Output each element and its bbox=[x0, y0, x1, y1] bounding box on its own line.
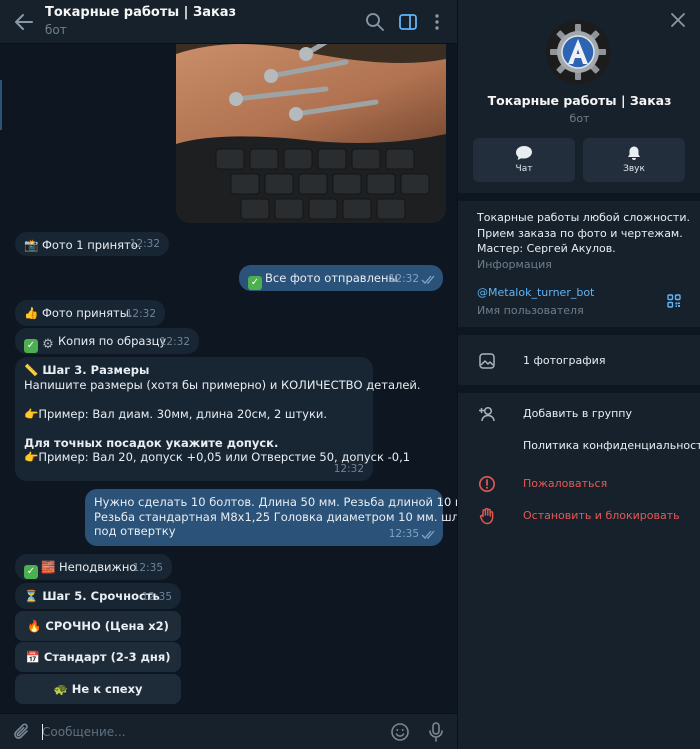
section-divider bbox=[458, 193, 700, 201]
message-time: 12:35 bbox=[141, 590, 172, 603]
warning-circle-icon bbox=[479, 476, 495, 492]
keyboard-button-standard[interactable]: 📅 Стандарт (2-3 дня) bbox=[15, 642, 181, 672]
outgoing-message[interactable]: ✓ Все фото отправлены 12:32 bbox=[239, 265, 443, 291]
keyboard-button-no-rush[interactable]: 🐢 Не к спеху bbox=[15, 674, 181, 704]
message-title: 📏 Шаг 3. Размеры bbox=[24, 363, 150, 377]
description-caption: Информация bbox=[477, 258, 552, 271]
username-link[interactable]: @Metalok_turner_bot bbox=[477, 286, 594, 299]
message-text-body: 🧱 Неподвижно bbox=[41, 560, 137, 574]
privacy-policy-row[interactable]: Политика конфиденциальност... bbox=[458, 431, 700, 461]
search-icon[interactable] bbox=[364, 11, 386, 33]
outgoing-message[interactable]: Нужно сделать 10 болтов. Длина 50 мм. Ре… bbox=[85, 489, 457, 546]
add-to-group-label: Добавить в группу bbox=[523, 407, 633, 420]
incoming-message[interactable]: 📏 Шаг 3. Размеры Напишите размеры (хотя … bbox=[15, 357, 421, 481]
incoming-message[interactable]: ✓ 🧱 Неподвижно 12:35 bbox=[15, 554, 172, 580]
text-caret bbox=[42, 724, 43, 740]
message-line: под отвертку bbox=[94, 524, 176, 538]
profile-name: Токарные работы | Заказ bbox=[487, 93, 672, 108]
check-mark-emoji-icon: ✓ bbox=[24, 339, 38, 353]
message-text-body: Все фото отправлены bbox=[265, 271, 398, 285]
message-time: 12:35 bbox=[132, 561, 163, 574]
incoming-message[interactable]: ✓ ⚙ Копия по образцу 12:32 bbox=[15, 328, 199, 354]
incoming-message[interactable]: 📸 Фото 1 принято. 12:32 bbox=[15, 232, 169, 256]
microphone-icon[interactable] bbox=[426, 721, 446, 743]
chat-bubble-icon bbox=[516, 146, 532, 160]
chat-button-label: Чат bbox=[515, 164, 533, 174]
chat-button[interactable]: Чат bbox=[473, 138, 575, 182]
message-time: 12:35 bbox=[388, 527, 419, 540]
add-user-icon bbox=[479, 406, 495, 422]
username-caption: Имя пользователя bbox=[477, 304, 584, 317]
profile-panel: Токарные работы | Заказ бот Чат Звук Ток… bbox=[457, 0, 700, 749]
stop-hand-icon bbox=[479, 507, 494, 525]
telegram-window: Токарные работы | Заказ бот 📸 Фото 1 при… bbox=[0, 0, 700, 749]
chat-title[interactable]: Токарные работы | Заказ bbox=[45, 5, 236, 20]
message-line: Напишите размеры (хотя бы примерно) и КО… bbox=[24, 377, 421, 392]
shared-photos-label: 1 фотография bbox=[523, 354, 606, 367]
chat-pane: Токарные работы | Заказ бот 📸 Фото 1 при… bbox=[0, 0, 457, 749]
bolts-photo-image bbox=[176, 44, 446, 223]
message-time: 12:32 bbox=[125, 307, 156, 320]
message-time: 12:32 bbox=[159, 335, 190, 348]
bell-icon bbox=[628, 146, 640, 160]
block-label: Остановить и блокировать bbox=[523, 509, 680, 522]
message-line: Для точных посадок укажите допуск. bbox=[24, 435, 279, 450]
message-line: Резьба стандартная М8х1,25 Головка диаме… bbox=[94, 509, 457, 524]
chat-header: Токарные работы | Заказ бот bbox=[0, 0, 457, 44]
message-line: Нужно сделать 10 болтов. Длина 50 мм. Ре… bbox=[94, 495, 457, 509]
avatar[interactable] bbox=[546, 20, 610, 84]
check-mark-emoji-icon: ✓ bbox=[248, 276, 262, 290]
photo-message[interactable] bbox=[176, 44, 446, 223]
message-line: 👉Пример: Вал диам. 30мм, длина 20см, 2 ш… bbox=[24, 406, 328, 421]
double-check-icon bbox=[421, 275, 435, 284]
section-divider bbox=[458, 327, 700, 335]
report-label: Пожаловаться bbox=[523, 477, 608, 490]
description-line: Токарные работы любой сложности. bbox=[477, 211, 690, 224]
gear-emoji-icon: ⚙ bbox=[42, 337, 54, 352]
message-time: 12:32 bbox=[388, 272, 419, 285]
gear-logo-icon bbox=[546, 20, 610, 84]
bot-description: Токарные работы любой сложности. Прием з… bbox=[477, 210, 690, 257]
close-icon[interactable] bbox=[670, 12, 686, 28]
kebab-menu-icon[interactable] bbox=[426, 11, 448, 33]
block-row[interactable]: Остановить и блокировать bbox=[458, 501, 700, 531]
qr-code-icon[interactable] bbox=[667, 294, 681, 308]
description-line: Прием заказа по фото и чертежам. bbox=[477, 226, 683, 240]
privacy-policy-label: Политика конфиденциальност... bbox=[523, 439, 700, 452]
add-to-group-row[interactable]: Добавить в группу bbox=[458, 399, 700, 429]
keyboard-button-urgent[interactable]: 🔥 СРОЧНО (Цена х2) bbox=[15, 611, 181, 641]
image-icon bbox=[479, 353, 495, 369]
message-time: 12:32 bbox=[333, 462, 364, 475]
message-line: 👉Пример: Вал 20, допуск +0,05 или Отверс… bbox=[24, 450, 411, 464]
paperclip-icon[interactable] bbox=[12, 722, 32, 742]
message-list[interactable]: 📸 Фото 1 принято. 12:32 ✓ Все фото отправ… bbox=[0, 44, 457, 713]
message-input[interactable] bbox=[42, 714, 372, 749]
sound-button-label: Звук bbox=[623, 164, 645, 174]
incoming-message[interactable]: 👍 Фото приняты. 12:32 bbox=[15, 300, 165, 326]
section-divider bbox=[458, 385, 700, 393]
report-row[interactable]: Пожаловаться bbox=[458, 469, 700, 499]
shared-photos-row[interactable]: 1 фотография bbox=[458, 346, 700, 376]
message-composer bbox=[0, 713, 457, 749]
check-mark-emoji-icon: ✓ bbox=[24, 565, 38, 579]
emoji-icon[interactable] bbox=[390, 722, 410, 742]
chat-subtitle: бот bbox=[45, 23, 67, 37]
back-arrow-icon[interactable] bbox=[12, 10, 36, 34]
side-panel-icon[interactable] bbox=[397, 11, 419, 33]
message-time: 12:32 bbox=[129, 237, 160, 250]
incoming-message[interactable]: ⏳ Шаг 5. Срочность 12:35 bbox=[15, 583, 181, 609]
description-line: Мастер: Сергей Акулов. bbox=[477, 242, 616, 255]
profile-subtitle: бот bbox=[569, 112, 590, 125]
sound-button[interactable]: Звук bbox=[583, 138, 685, 182]
double-check-icon bbox=[421, 530, 435, 539]
message-text-body: Копия по образцу bbox=[58, 334, 167, 348]
